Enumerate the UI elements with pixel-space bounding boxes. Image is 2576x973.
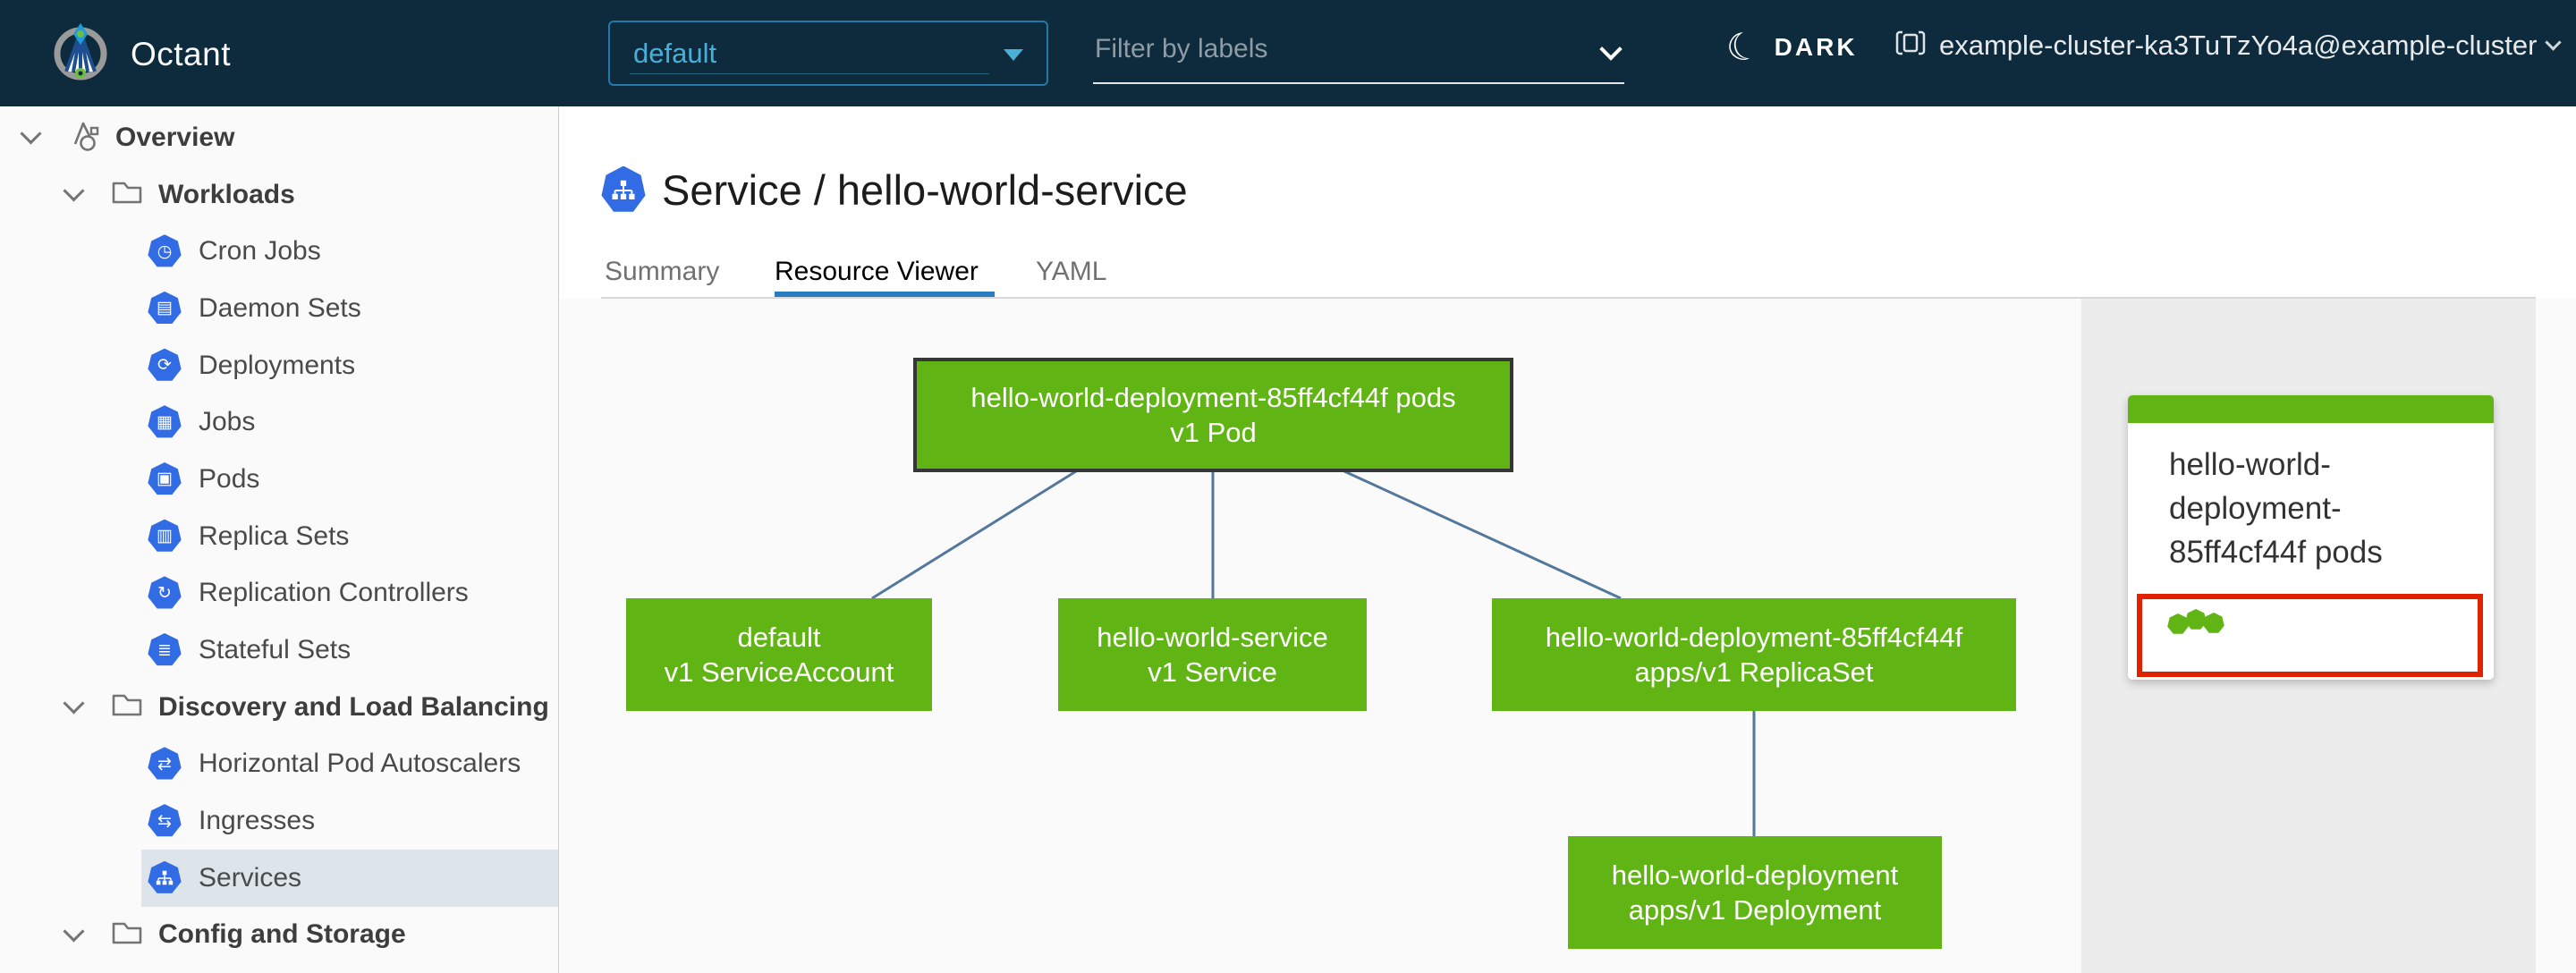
main-content: Service / hello-world-service Summary Re… [560, 106, 2576, 973]
sidebar-item-label: Config and Storage [158, 919, 406, 950]
node-kind: apps/v1 Deployment [1628, 894, 1882, 926]
namespace-select[interactable]: default [608, 21, 1048, 86]
tab-yaml[interactable]: YAML [1036, 257, 1106, 287]
graph-node-service[interactable]: hello-world-service v1 Service [1058, 598, 1367, 711]
node-kind: apps/v1 ReplicaSet [1634, 656, 1874, 688]
cluster-icon [1894, 27, 1927, 63]
sidebar-item-replica-sets[interactable]: ▥ Replica Sets [0, 508, 558, 565]
sidebar-nav: Overview Workloads ◷ Cron Jobs ▤ Daemon … [0, 106, 559, 973]
deployments-icon: ⟳ [148, 348, 182, 381]
octant-logo-icon [50, 21, 111, 87]
sidebar-item-horizontal-pod-autoscalers[interactable]: ⇄ Horizontal Pod Autoscalers [0, 736, 558, 793]
cluster-context-menu[interactable]: example-cluster-ka3TuTzYo4a@example-clus… [1894, 27, 2563, 63]
node-name: hello-world-deployment-85ff4cf44f [1545, 622, 1963, 653]
sidebar-item-label: Services [199, 862, 302, 893]
sidebar-item-daemon-sets[interactable]: ▤ Daemon Sets [0, 280, 558, 337]
replica-sets-icon: ▥ [148, 519, 182, 552]
detail-panel: hello-world-deployment-85ff4cf44f pods [2081, 299, 2536, 973]
sidebar-item-label: Jobs [199, 407, 256, 437]
services-icon [148, 860, 182, 893]
page-title: Service / hello-world-service [601, 165, 1188, 215]
app-title: Octant [131, 35, 231, 72]
daemon-sets-icon: ▤ [148, 291, 182, 325]
node-name: hello-world-deployment-85ff4cf44f pods [970, 382, 1456, 413]
selected-node-indicator[interactable] [2137, 594, 2483, 677]
folder-icon [108, 686, 146, 728]
sidebar-item-label: Ingresses [199, 806, 316, 836]
sidebar-item-label: Stateful Sets [199, 635, 352, 665]
sidebar-item-label: Horizontal Pod Autoscalers [199, 749, 521, 779]
folder-icon [108, 173, 146, 216]
pod-status-dot [2185, 609, 2207, 630]
app-header: Octant default ☾ DARK example-cluster-ka… [0, 0, 2576, 106]
sidebar-item-label: Deployments [199, 350, 356, 380]
node-name: default [737, 622, 821, 653]
namespace-select-value: default [633, 37, 717, 69]
label-filter [1093, 21, 1624, 84]
tab-summary[interactable]: Summary [605, 257, 719, 287]
namespace-select-underline [630, 73, 989, 74]
chevron-down-icon[interactable] [20, 123, 42, 145]
node-kind: v1 ServiceAccount [664, 656, 894, 688]
page-title-text: Service / hello-world-service [662, 166, 1188, 214]
objects-icon [65, 116, 103, 158]
sidebar-item-discovery-and-load-balancing[interactable]: Discovery and Load Balancing [0, 679, 558, 736]
sidebar-item-pods[interactable]: ▣ Pods [0, 451, 558, 508]
sidebar-item-services[interactable]: Services [0, 849, 558, 907]
chevron-down-icon[interactable] [63, 180, 85, 202]
pod-status-dot [2203, 613, 2224, 633]
theme-toggle-button[interactable]: ☾ DARK [1722, 22, 1858, 72]
sidebar-item-label: Overview [115, 122, 235, 152]
chevron-down-icon[interactable] [63, 920, 85, 943]
sidebar-item-config-and-storage[interactable]: Config and Storage [0, 907, 558, 964]
moon-icon: ☾ [1721, 22, 1765, 72]
card-status-bar [2128, 395, 2494, 423]
chevron-down-icon[interactable] [63, 692, 85, 715]
node-name: hello-world-service [1097, 622, 1328, 653]
service-icon [601, 165, 646, 215]
graph-node-serviceaccount[interactable]: default v1 ServiceAccount [626, 598, 932, 711]
sidebar-item-label: Discovery and Load Balancing [158, 691, 549, 722]
node-name: hello-world-deployment [1611, 859, 1899, 891]
graph-node-pod[interactable]: hello-world-deployment-85ff4cf44f pods v… [913, 358, 1513, 472]
graph-node-replicaset[interactable]: hello-world-deployment-85ff4cf44f apps/v… [1492, 598, 2016, 711]
selected-resource-card[interactable]: hello-world-deployment-85ff4cf44f pods [2128, 395, 2494, 680]
stateful-sets-icon: ≣ [148, 633, 182, 666]
card-title: hello-world-deployment-85ff4cf44f pods [2169, 447, 2383, 570]
node-kind: v1 Service [1148, 656, 1277, 688]
sidebar-item-label: Workloads [158, 179, 295, 209]
sidebar-item-workloads[interactable]: Workloads [0, 166, 558, 224]
sidebar-item-cron-jobs[interactable]: ◷ Cron Jobs [0, 223, 558, 280]
sidebar-item-label: Pods [199, 463, 260, 494]
sidebar-item-deployments[interactable]: ⟳ Deployments [0, 337, 558, 394]
hpa-icon: ⇄ [148, 747, 182, 780]
jobs-icon: ▦ [148, 405, 182, 438]
tab-resource-viewer[interactable]: Resource Viewer [775, 257, 979, 287]
pods-icon: ▣ [148, 461, 182, 495]
sidebar-item-jobs[interactable]: ▦ Jobs [0, 393, 558, 451]
node-kind: v1 Pod [1170, 417, 1257, 448]
sidebar-item-replication-controllers[interactable]: ↻ Replication Controllers [0, 565, 558, 622]
theme-toggle-label: DARK [1774, 33, 1858, 61]
cluster-name: example-cluster-ka3TuTzYo4a@example-clus… [1939, 29, 2538, 61]
chevron-down-icon [2545, 34, 2563, 51]
folder-icon [108, 914, 146, 956]
graph-node-deployment[interactable]: hello-world-deployment apps/v1 Deploymen… [1568, 836, 1942, 949]
label-filter-input[interactable] [1093, 21, 1624, 84]
sidebar-item-label: Replication Controllers [199, 578, 469, 608]
sidebar-item-stateful-sets[interactable]: ≣ Stateful Sets [0, 622, 558, 679]
caret-down-icon [1004, 49, 1023, 61]
cron-jobs-icon: ◷ [148, 234, 182, 267]
pod-status-dot [2167, 613, 2189, 634]
ingresses-icon: ⇆ [148, 804, 182, 837]
sidebar-item-label: Replica Sets [199, 520, 350, 551]
app-brand[interactable]: Octant [50, 21, 231, 87]
sidebar-item-overview[interactable]: Overview [0, 109, 558, 166]
replication-controllers-icon: ↻ [148, 576, 182, 609]
sidebar-item-label: Daemon Sets [199, 292, 361, 323]
sidebar-item-ingresses[interactable]: ⇆ Ingresses [0, 792, 558, 850]
sidebar-item-label: Cron Jobs [199, 236, 321, 267]
